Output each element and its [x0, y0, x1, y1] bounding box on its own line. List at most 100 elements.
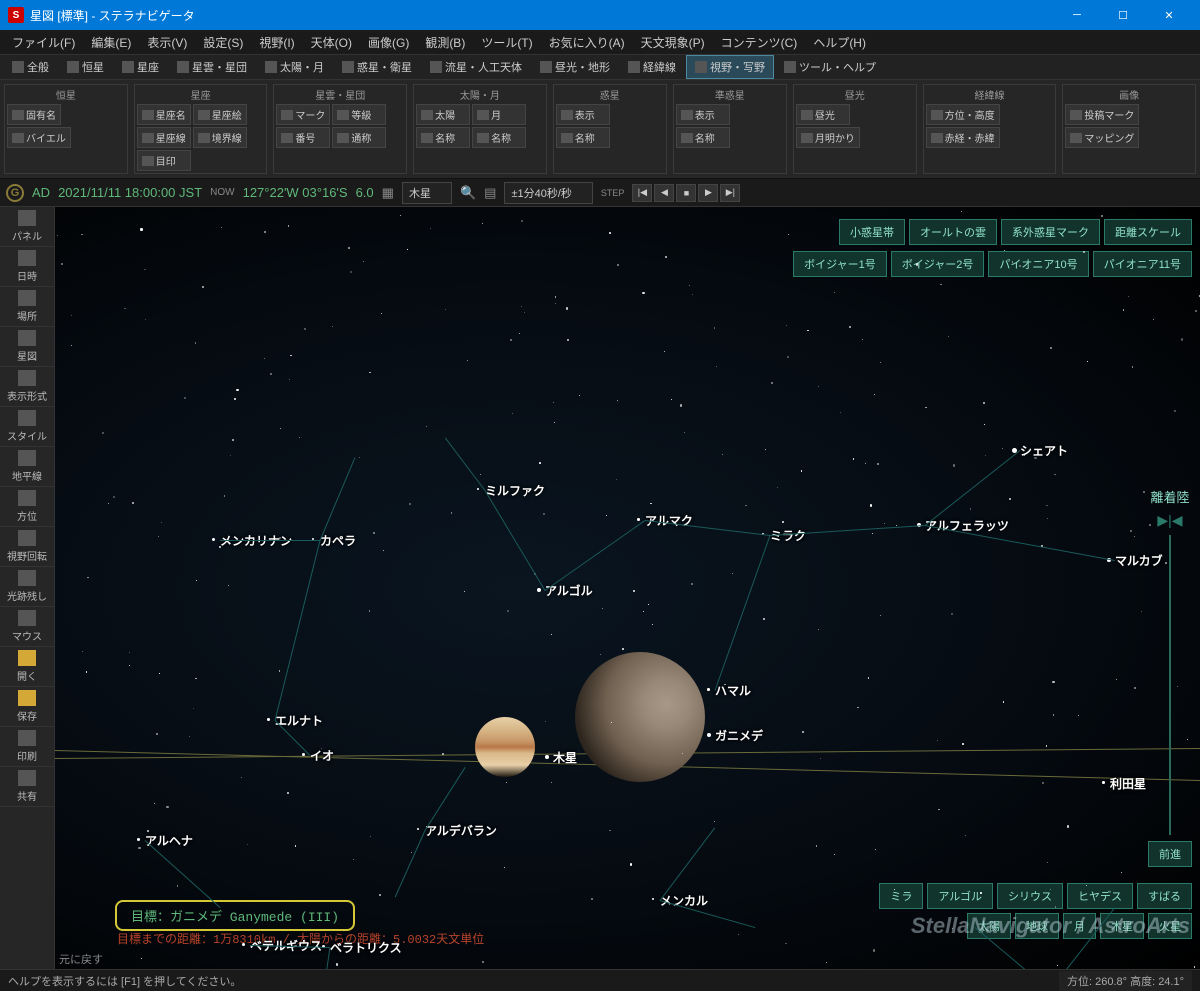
datetime-text[interactable]: 2021/11/11 18:00:00 JST	[58, 185, 202, 200]
sidebar-button[interactable]: 共有	[0, 767, 54, 807]
sidebar-button[interactable]: 表示形式	[0, 367, 54, 407]
menu-item[interactable]: お気に入り(A)	[541, 31, 633, 54]
maximize-button[interactable]: ☐	[1100, 0, 1146, 30]
sidebar-button[interactable]: マウス	[0, 607, 54, 647]
celestial-label[interactable]: 木星	[553, 749, 577, 766]
celestial-label[interactable]: アルフェラッツ	[925, 517, 1009, 534]
skip-back-button[interactable]: |◀	[632, 184, 652, 202]
ribbon-tab[interactable]: 惑星・衛星	[334, 56, 420, 78]
overlay-button[interactable]: ヒヤデス	[1067, 883, 1133, 909]
sidebar-button[interactable]: 方位	[0, 487, 54, 527]
ribbon-tab[interactable]: 全般	[4, 56, 57, 78]
menu-item[interactable]: ヘルプ(H)	[805, 31, 874, 54]
sidebar-button[interactable]: 光跡残し	[0, 567, 54, 607]
ribbon-tab[interactable]: 星座	[114, 56, 167, 78]
menu-item[interactable]: 天体(O)	[303, 31, 360, 54]
tool-button[interactable]: 固有名	[7, 104, 61, 125]
grid-icon[interactable]: ▦	[382, 185, 394, 201]
target-dropdown[interactable]: 木星	[402, 182, 452, 204]
sidebar-button[interactable]: 場所	[0, 287, 54, 327]
ribbon-tab[interactable]: 星雲・星団	[169, 56, 255, 78]
tool-button[interactable]: 方位・高度	[926, 104, 1000, 125]
menu-item[interactable]: 設定(S)	[195, 31, 251, 54]
sidebar-button[interactable]: 開く	[0, 647, 54, 687]
celestial-label[interactable]: イオ	[310, 747, 334, 764]
ganymede-body[interactable]	[575, 652, 705, 782]
sidebar-button[interactable]: 視野回転	[0, 527, 54, 567]
close-button[interactable]: ✕	[1146, 0, 1192, 30]
nav-forward-button[interactable]: 前進	[1148, 841, 1192, 867]
overlay-button[interactable]: シリウス	[997, 883, 1063, 909]
tool-button[interactable]: 星座名	[137, 104, 191, 125]
ribbon-tab[interactable]: 太陽・月	[257, 56, 332, 78]
menu-item[interactable]: 天文現象(P)	[633, 31, 713, 54]
minimize-button[interactable]: ─	[1054, 0, 1100, 30]
nav-scale-line[interactable]	[1169, 535, 1171, 835]
ribbon-tab[interactable]: 流星・人工天体	[422, 56, 530, 78]
overlay-button[interactable]: ボイジャー2号	[891, 251, 985, 277]
tool-button[interactable]: 投稿マーク	[1065, 104, 1139, 125]
tool-button[interactable]: 目印	[137, 150, 191, 171]
overlay-button[interactable]: アルゴル	[927, 883, 993, 909]
celestial-label[interactable]: ミルファク	[485, 482, 545, 499]
celestial-label[interactable]: マルカブ	[1115, 552, 1163, 569]
stop-button[interactable]: ■	[676, 184, 696, 202]
celestial-label[interactable]: アルデバラン	[425, 822, 497, 839]
tool-button[interactable]: 等級	[332, 104, 386, 125]
overlay-button[interactable]: 系外惑星マーク	[1001, 219, 1100, 245]
jupiter-body[interactable]	[475, 717, 535, 777]
sidebar-button[interactable]: 星図	[0, 327, 54, 367]
celestial-label[interactable]: 利田星	[1110, 775, 1146, 792]
era-indicator[interactable]: G	[6, 184, 24, 202]
sidebar-button[interactable]: 印刷	[0, 727, 54, 767]
tool-button[interactable]: 名称	[472, 127, 526, 148]
tool-button[interactable]: 表示	[556, 104, 610, 125]
tool-button[interactable]: マーク	[276, 104, 330, 125]
search-icon[interactable]: 🔍	[460, 185, 476, 201]
list-icon[interactable]: ▤	[484, 185, 496, 201]
overlay-button[interactable]: ボイジャー1号	[793, 251, 887, 277]
nav-arrow-icon[interactable]: ▶|◀	[1157, 512, 1182, 529]
ribbon-tab[interactable]: 恒星	[59, 56, 112, 78]
tool-button[interactable]: 名称	[556, 127, 610, 148]
overlay-button[interactable]: すばる	[1137, 883, 1192, 909]
tool-button[interactable]: 名称	[416, 127, 470, 148]
tool-button[interactable]: 通称	[332, 127, 386, 148]
sidebar-button[interactable]: 保存	[0, 687, 54, 727]
location-text[interactable]: 127°22'W 03°16'S	[243, 185, 348, 200]
tool-button[interactable]: バイエル	[7, 127, 71, 148]
menu-item[interactable]: 画像(G)	[360, 31, 417, 54]
overlay-button[interactable]: ミラ	[879, 883, 923, 909]
overlay-button[interactable]: パイオニア10号	[988, 251, 1088, 277]
menu-item[interactable]: 編集(E)	[83, 31, 139, 54]
tool-button[interactable]: 名称	[676, 127, 730, 148]
menu-item[interactable]: 表示(V)	[139, 31, 195, 54]
sidebar-button[interactable]: 日時	[0, 247, 54, 287]
tool-button[interactable]: 番号	[276, 127, 330, 148]
play-button[interactable]: ▶	[698, 184, 718, 202]
menu-item[interactable]: ファイル(F)	[4, 31, 83, 54]
tool-button[interactable]: 表示	[676, 104, 730, 125]
overlay-button[interactable]: 距離スケール	[1104, 219, 1192, 245]
ribbon-tab[interactable]: 昼光・地形	[532, 56, 618, 78]
tool-button[interactable]: 月	[472, 104, 526, 125]
sidebar-button[interactable]: パネル	[0, 207, 54, 247]
overlay-button[interactable]: オールトの雲	[909, 219, 997, 245]
restore-button[interactable]: 元に戻す	[59, 951, 103, 967]
overlay-button[interactable]: パイオニア11号	[1093, 251, 1192, 277]
ribbon-tab[interactable]: ツール・ヘルプ	[776, 56, 884, 78]
ribbon-tab[interactable]: 視野・写野	[686, 55, 774, 79]
step-dropdown[interactable]: ±1分40秒/秒	[504, 182, 592, 204]
tool-button[interactable]: 月明かり	[796, 127, 860, 148]
menu-item[interactable]: 視野(I)	[251, 31, 302, 54]
sidebar-button[interactable]: スタイル	[0, 407, 54, 447]
tool-button[interactable]: マッピング	[1065, 127, 1139, 148]
menu-item[interactable]: コンテンツ(C)	[713, 31, 806, 54]
celestial-label[interactable]: ベラトリクス	[330, 939, 402, 956]
tool-button[interactable]: 境界線	[193, 127, 247, 148]
menu-item[interactable]: 観測(B)	[417, 31, 473, 54]
celestial-label[interactable]: シェアト	[1020, 442, 1068, 459]
celestial-label[interactable]: カペラ	[320, 532, 356, 549]
ribbon-tab[interactable]: 経緯線	[620, 56, 684, 78]
tool-button[interactable]: 星座絵	[193, 104, 247, 125]
